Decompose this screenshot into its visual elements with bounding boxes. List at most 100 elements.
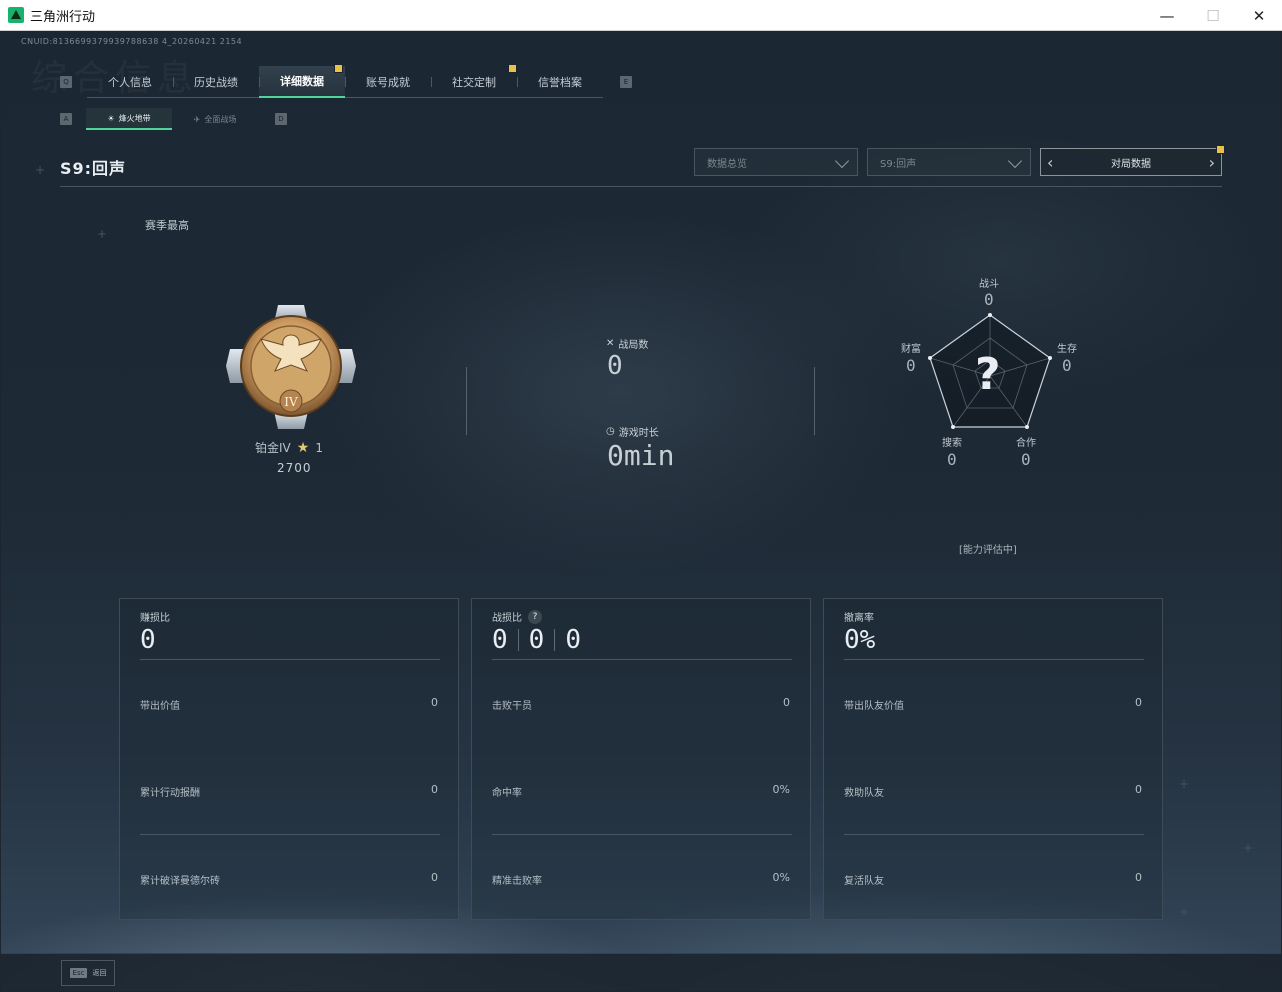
stat-row-label: 复活队友: [844, 876, 884, 887]
stat-row-value: 0: [1135, 783, 1142, 796]
tab-history[interactable]: 历史战绩: [173, 66, 259, 98]
tab-achievements[interactable]: 账号成就: [345, 66, 431, 98]
pager-label: 对局数据: [1111, 158, 1151, 170]
playtime-stat-label: ◷ 游戏时长: [606, 424, 659, 439]
pager-next-button[interactable]: ›: [1209, 153, 1215, 172]
stat-row-label: 命中率: [492, 788, 522, 799]
stat-row-label: 累计行动报酬: [140, 788, 200, 799]
back-label: 返回: [92, 969, 107, 977]
unknown-radar-mark: ?: [975, 349, 1001, 400]
dropdown-value: 数据总览: [707, 158, 747, 170]
stat-row-value: 0%: [772, 783, 790, 796]
window-controls: — ☐ ✕: [1144, 0, 1282, 31]
divider: [517, 629, 519, 651]
back-button[interactable]: Esc 返回: [61, 960, 115, 986]
maximize-button[interactable]: ☐: [1190, 0, 1236, 31]
stat-row-value: 0: [431, 696, 438, 709]
ratio-value: 0: [565, 625, 581, 655]
crossed-swords-icon: ✕: [606, 338, 615, 349]
clock-icon: ◷: [606, 426, 615, 437]
divider: [140, 834, 440, 835]
extraction-rate-card: 撤离率 0% 带出队友价值 0 救助队友 0 复活队友 0: [823, 598, 1163, 920]
radar-combat-value: 0: [984, 290, 994, 309]
divider: [60, 186, 1222, 187]
tab-prev-key-hint: Q: [60, 76, 72, 88]
stat-row-value: 0: [1135, 871, 1142, 884]
chevron-down-icon: [834, 153, 850, 169]
data-type-dropdown[interactable]: 数据总览: [694, 148, 858, 176]
fire-zone-icon: ☀: [107, 113, 115, 123]
new-badge: [1216, 145, 1225, 154]
radar-survival-value: 0: [1062, 356, 1072, 375]
stat-row-value: 0: [783, 696, 790, 709]
stat-row-value: 0: [1135, 696, 1142, 709]
new-badge: [508, 64, 517, 73]
stat-row-label: 带出队友价值: [844, 701, 904, 712]
help-icon[interactable]: ?: [528, 609, 542, 624]
rank-name: 铂金IV: [255, 441, 291, 455]
radar-cooperation-label: 合作: [1016, 438, 1036, 449]
divider: [814, 367, 815, 435]
divider: [844, 659, 1144, 660]
subtab-label: 全面战场: [204, 114, 237, 124]
profit-ratio-card: 赚损比 0 带出价值 0 累计行动报酬 0 累计破译曼德尔砖 0: [119, 598, 459, 920]
stat-row-value: 0: [431, 871, 438, 884]
tab-label: 个人信息: [108, 76, 152, 89]
matches-stat-label: ✕ 战局数: [606, 336, 648, 351]
radar-search-value: 0: [947, 450, 957, 469]
divider: [492, 834, 792, 835]
stat-row-label: 救助队友: [844, 788, 884, 799]
subtab-operations[interactable]: ☀ 烽火地带: [86, 108, 172, 130]
medal-numeral: IV: [284, 395, 298, 409]
warfare-icon: ✈: [193, 114, 201, 124]
decorative-cross: +: [1179, 905, 1190, 919]
divider: [554, 629, 556, 651]
close-button[interactable]: ✕: [1236, 0, 1282, 31]
tab-detailed-data[interactable]: 详细数据: [259, 64, 345, 98]
tab-social[interactable]: 社交定制: [431, 64, 517, 98]
subtab-prev-key-hint: A: [60, 113, 72, 125]
decorative-cross: +: [97, 227, 108, 241]
main-tab-bar: 个人信息 历史战绩 详细数据 账号成就 社交定制 信誉档案: [87, 64, 603, 98]
stat-row-value: 0: [431, 783, 438, 796]
decorative-cross: +: [35, 163, 46, 177]
rank-info: 铂金IV ★ 1: [255, 439, 323, 456]
minimize-button[interactable]: —: [1144, 0, 1190, 31]
tab-next-key-hint: E: [620, 76, 632, 88]
ratio-value: 0: [528, 625, 545, 655]
season-title: S9:回声: [60, 159, 127, 178]
rank-medal-icon: IV: [226, 305, 356, 429]
playtime-value: 0min: [607, 439, 675, 472]
cnuid-text: CNUID:8136699379939788638 4_20260421 215…: [21, 37, 243, 46]
window-title: 三角洲行动: [30, 9, 96, 25]
dropdown-value: S9:回声: [880, 158, 917, 170]
card-title: 撤离率: [844, 613, 874, 624]
sub-tab-bar: ☀ 烽火地带 ✈ 全面战场: [86, 108, 258, 130]
decorative-cross: +: [1179, 777, 1190, 791]
season-dropdown[interactable]: S9:回声: [867, 148, 1031, 176]
matches-value: 0: [607, 351, 623, 381]
radar-wealth-label: 财富: [901, 344, 921, 355]
bottom-bar: Esc 返回: [1, 953, 1281, 991]
matches-label: 战局数: [618, 340, 649, 351]
tab-label: 社交定制: [452, 76, 496, 89]
tab-label: 信誉档案: [538, 76, 582, 89]
tab-personal-info[interactable]: 个人信息: [87, 66, 173, 98]
tab-credit-record[interactable]: 信誉档案: [517, 66, 603, 98]
stat-row-label: 击败干员: [492, 701, 532, 712]
subtab-warfare[interactable]: ✈ 全面战场: [172, 108, 258, 130]
divider: [492, 659, 792, 660]
chevron-down-icon: [1007, 153, 1023, 169]
card-main-value: 0%: [844, 625, 876, 655]
divider: [140, 659, 440, 660]
radar-combat-label: 战斗: [979, 279, 999, 290]
radar-cooperation-value: 0: [1021, 450, 1031, 469]
tab-label: 历史战绩: [194, 76, 238, 89]
card-title-row: 战损比 ?: [492, 609, 542, 624]
card-title: 战损比: [492, 613, 522, 624]
card-title: 赚损比: [140, 613, 170, 624]
stat-row-label: 带出价值: [140, 701, 180, 712]
pager-prev-button[interactable]: ‹: [1047, 153, 1053, 172]
playtime-label: 游戏时长: [618, 428, 659, 439]
decorative-cross: +: [1243, 841, 1254, 855]
